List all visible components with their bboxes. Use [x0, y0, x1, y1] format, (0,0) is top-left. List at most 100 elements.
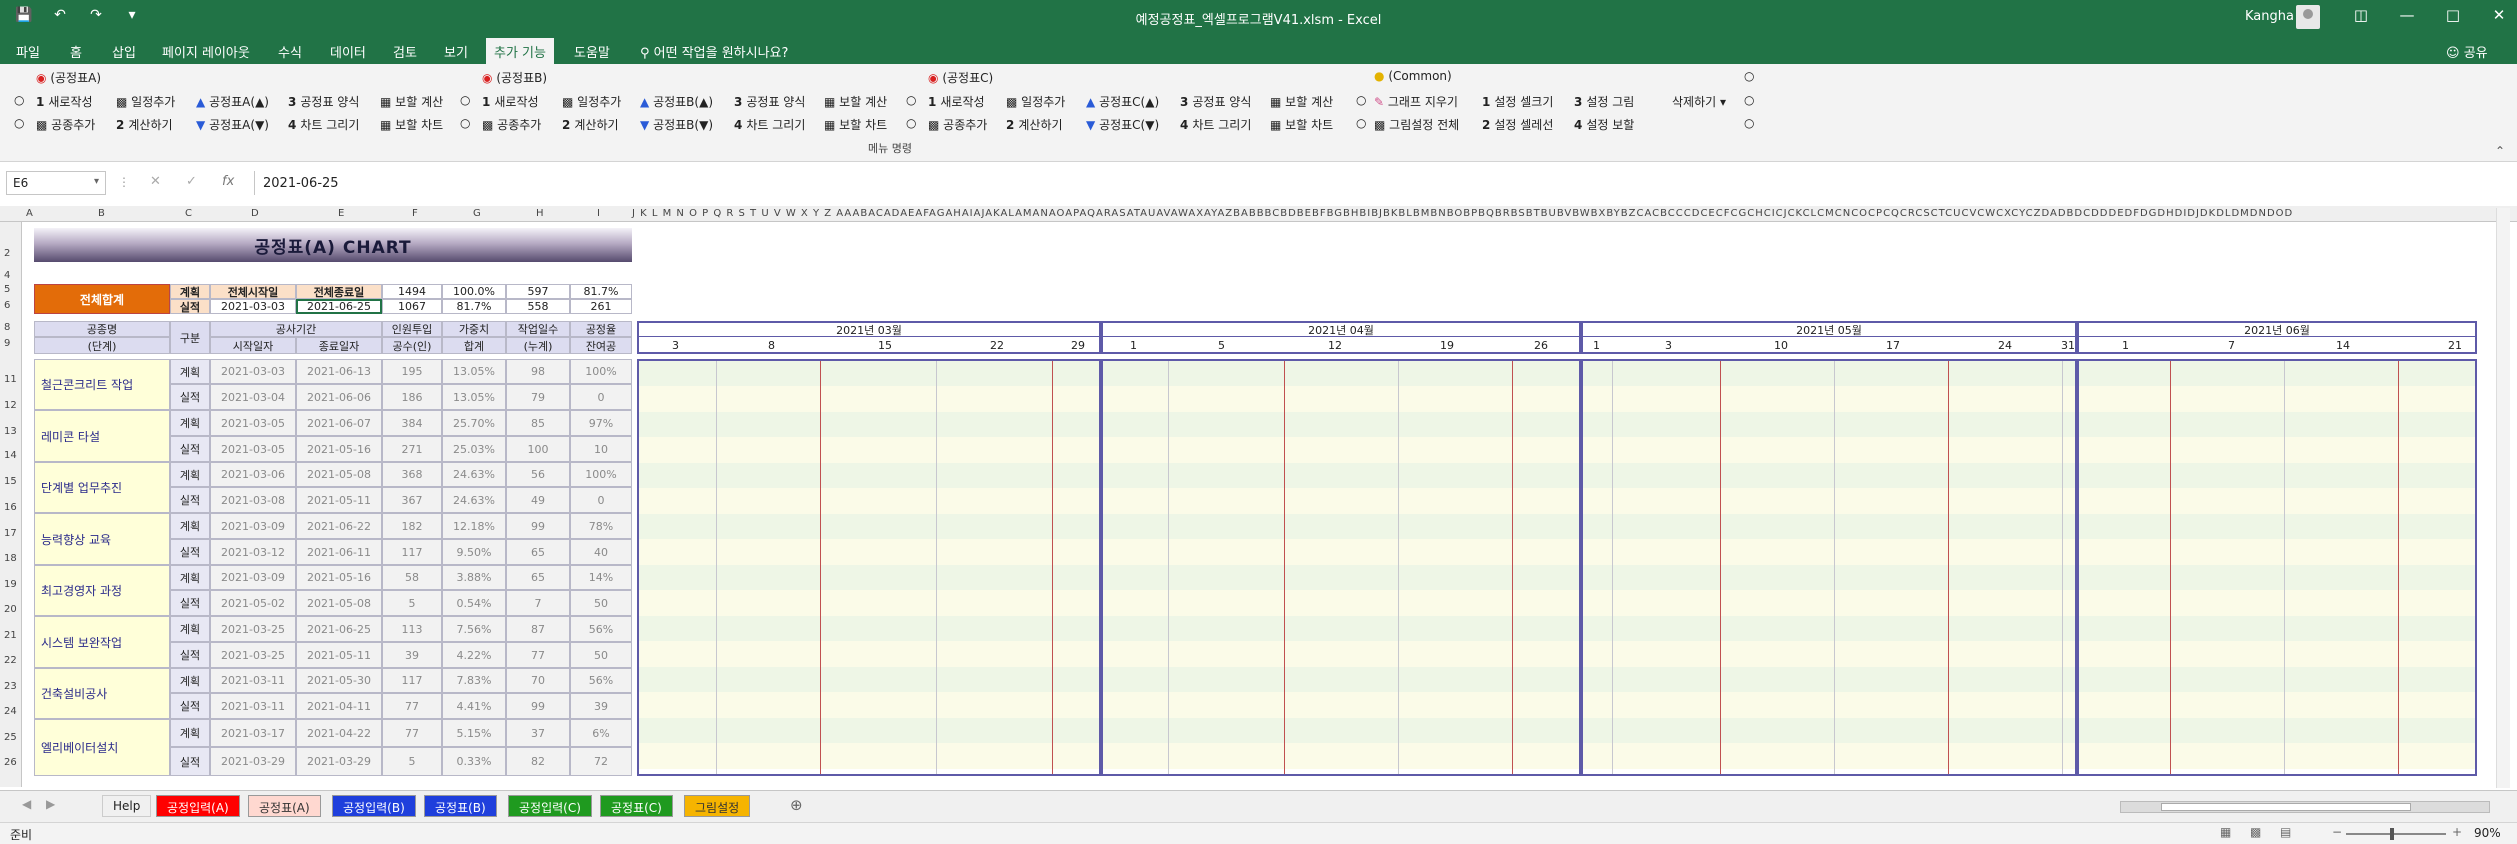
- picture-settings-all-button[interactable]: ▩ 그림설정 전체: [1374, 116, 1459, 133]
- share-button[interactable]: ☺ 공유: [2446, 42, 2488, 61]
- task-men[interactable]: 77: [382, 693, 442, 719]
- tab-page-layout[interactable]: 페이지 레이아웃: [162, 42, 250, 61]
- radio-icon[interactable]: ○: [1744, 116, 1754, 130]
- sheet-tab-input-c[interactable]: 공정입력(C): [508, 795, 592, 817]
- task-rate[interactable]: 0: [570, 384, 632, 410]
- task-start[interactable]: 2021-03-11: [210, 693, 296, 719]
- c-calculate-button[interactable]: 2 계산하기: [1006, 116, 1063, 133]
- delete-button[interactable]: 삭제하기 ▾: [1672, 93, 1726, 110]
- formula-input[interactable]: 2021-06-25: [254, 171, 2508, 195]
- task-rate[interactable]: 72: [570, 747, 632, 776]
- task-days[interactable]: 87: [506, 616, 570, 642]
- task-end[interactable]: 2021-04-22: [296, 719, 382, 747]
- task-men[interactable]: 113: [382, 616, 442, 642]
- task-days[interactable]: 70: [506, 668, 570, 693]
- name-box-dropdown-icon[interactable]: ▾: [94, 176, 99, 187]
- radio-icon[interactable]: ○: [1744, 93, 1754, 107]
- insert-function-icon[interactable]: fx: [222, 174, 234, 189]
- task-days[interactable]: 49: [506, 487, 570, 513]
- task-rate[interactable]: 6%: [570, 719, 632, 747]
- task-start[interactable]: 2021-03-25: [210, 616, 296, 642]
- summary-actual-remaining[interactable]: 261: [570, 299, 632, 314]
- task-days[interactable]: 85: [506, 410, 570, 436]
- user-name[interactable]: Kangha: [2245, 9, 2294, 24]
- task-end[interactable]: 2021-06-07: [296, 410, 382, 436]
- summary-plan-days[interactable]: 597: [506, 284, 570, 299]
- tab-addins[interactable]: 추가 기능: [486, 38, 554, 64]
- sheet-tab-input-b[interactable]: 공정입력(B): [332, 795, 416, 817]
- c-ratio-chart-button[interactable]: ▦ 보할 차트: [1270, 116, 1333, 133]
- ribbon-display-icon[interactable]: ◫: [2338, 6, 2384, 24]
- sheet-tab-chart-a[interactable]: 공정표(A): [248, 795, 321, 817]
- task-end[interactable]: 2021-06-25: [296, 616, 382, 642]
- task-days[interactable]: 99: [506, 513, 570, 539]
- task-days[interactable]: 77: [506, 642, 570, 668]
- task-name[interactable]: 건축설비공사: [34, 668, 170, 719]
- clear-graph-button[interactable]: ✎ 그래프 지우기: [1374, 93, 1458, 110]
- task-rate[interactable]: 40: [570, 539, 632, 565]
- zoom-in-icon[interactable]: +: [2452, 825, 2462, 839]
- task-start[interactable]: 2021-03-05: [210, 410, 296, 436]
- radio-icon[interactable]: ○: [1356, 116, 1366, 130]
- task-start[interactable]: 2021-03-17: [210, 719, 296, 747]
- radio-icon[interactable]: ○: [14, 93, 24, 107]
- enter-icon[interactable]: ✓: [186, 174, 197, 189]
- normal-view-icon[interactable]: ▦: [2220, 825, 2231, 839]
- task-start[interactable]: 2021-03-12: [210, 539, 296, 565]
- b-ratio-calc-button[interactable]: ▦ 보할 계산: [824, 93, 887, 110]
- task-men[interactable]: 5: [382, 747, 442, 776]
- radio-icon[interactable]: ○: [460, 116, 470, 130]
- task-weight[interactable]: 7.83%: [442, 668, 506, 693]
- task-men[interactable]: 186: [382, 384, 442, 410]
- task-weight[interactable]: 13.05%: [442, 359, 506, 384]
- summary-actual-start[interactable]: 2021-03-03: [210, 299, 296, 314]
- task-men[interactable]: 368: [382, 462, 442, 487]
- collapse-ribbon-icon[interactable]: ⌃: [2495, 144, 2505, 158]
- a-up-button[interactable]: ▲ 공정표A(▲): [196, 93, 269, 110]
- b-form-button[interactable]: 3 공정표 양식: [734, 93, 805, 110]
- zoom-out-icon[interactable]: −: [2332, 825, 2342, 839]
- task-rate[interactable]: 78%: [570, 513, 632, 539]
- task-end[interactable]: 2021-05-16: [296, 565, 382, 590]
- task-end[interactable]: 2021-06-11: [296, 539, 382, 565]
- scroll-thumb[interactable]: [2161, 803, 2411, 811]
- task-rate[interactable]: 100%: [570, 359, 632, 384]
- b-ratio-chart-button[interactable]: ▦ 보할 차트: [824, 116, 887, 133]
- close-icon[interactable]: ✕: [2476, 6, 2517, 24]
- task-name[interactable]: 최고경영자 과정: [34, 565, 170, 616]
- settings-picture-button[interactable]: 3 설정 그림: [1574, 93, 1634, 110]
- c-chart-draw-button[interactable]: 4 차트 그리기: [1180, 116, 1251, 133]
- a-new-button[interactable]: 1 새로작성: [36, 93, 93, 110]
- minimize-icon[interactable]: —: [2384, 6, 2430, 24]
- task-men[interactable]: 271: [382, 436, 442, 462]
- summary-plan-weight[interactable]: 100.0%: [442, 284, 506, 299]
- task-men[interactable]: 117: [382, 668, 442, 693]
- tell-me-box[interactable]: ⚲ 어떤 작업을 원하시나요?: [640, 42, 788, 61]
- a-down-button[interactable]: ▼ 공정표A(▼): [196, 116, 269, 133]
- task-weight[interactable]: 24.63%: [442, 487, 506, 513]
- maximize-icon[interactable]: □: [2430, 6, 2476, 24]
- task-weight[interactable]: 4.22%: [442, 642, 506, 668]
- task-weight[interactable]: 0.54%: [442, 590, 506, 616]
- task-end[interactable]: 2021-06-06: [296, 384, 382, 410]
- page-layout-icon[interactable]: ▩: [2250, 825, 2261, 839]
- c-add-schedule-button[interactable]: ▩ 일정추가: [1006, 93, 1065, 110]
- c-down-button[interactable]: ▼ 공정표C(▼): [1086, 116, 1159, 133]
- page-break-icon[interactable]: ▤: [2280, 825, 2291, 839]
- task-weight[interactable]: 25.70%: [442, 410, 506, 436]
- task-rate[interactable]: 0: [570, 487, 632, 513]
- task-start[interactable]: 2021-03-09: [210, 513, 296, 539]
- summary-actual-weight[interactable]: 81.7%: [442, 299, 506, 314]
- task-days[interactable]: 79: [506, 384, 570, 410]
- task-men[interactable]: 182: [382, 513, 442, 539]
- summary-plan-men[interactable]: 1494: [382, 284, 442, 299]
- c-add-type-button[interactable]: ▩ 공종추가: [928, 116, 987, 133]
- b-new-button[interactable]: 1 새로작성: [482, 93, 539, 110]
- tab-help[interactable]: 도움말: [574, 42, 610, 61]
- a-ratio-chart-button[interactable]: ▦ 보할 차트: [380, 116, 443, 133]
- task-days[interactable]: 99: [506, 693, 570, 719]
- task-start[interactable]: 2021-03-03: [210, 359, 296, 384]
- b-down-button[interactable]: ▼ 공정표B(▼): [640, 116, 713, 133]
- vertical-scrollbar[interactable]: [2496, 208, 2510, 788]
- task-end[interactable]: 2021-05-08: [296, 462, 382, 487]
